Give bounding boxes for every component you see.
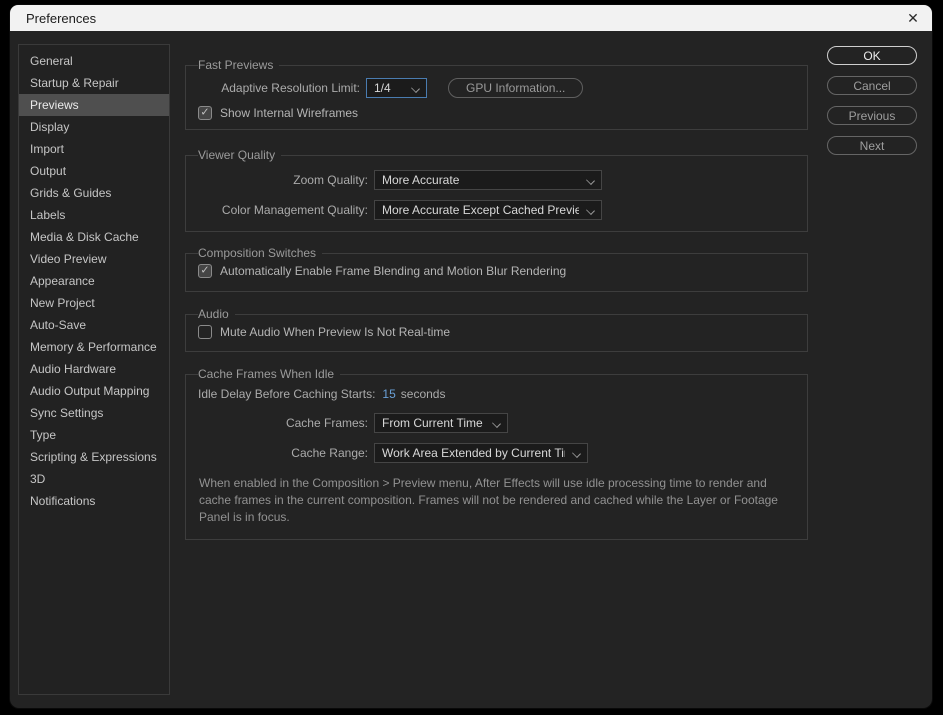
titlebar[interactable]: Preferences ✕ bbox=[10, 5, 932, 31]
sidebar: General Startup & Repair Previews Displa… bbox=[18, 44, 170, 695]
cache-frames-dropdown[interactable]: From Current Time bbox=[374, 413, 508, 433]
sidebar-item-audio-output-mapping[interactable]: Audio Output Mapping bbox=[19, 380, 169, 402]
cache-frames-label: Cache Frames: bbox=[198, 416, 368, 430]
idle-delay-value[interactable]: 15 bbox=[382, 387, 395, 401]
sidebar-item-output[interactable]: Output bbox=[19, 160, 169, 182]
show-internal-wireframes-label: Show Internal Wireframes bbox=[220, 106, 358, 120]
cache-range-dropdown[interactable]: Work Area Extended by Current Time bbox=[374, 443, 588, 463]
sidebar-item-scripting-expressions[interactable]: Scripting & Expressions bbox=[19, 446, 169, 468]
cache-range-label: Cache Range: bbox=[198, 446, 368, 460]
sidebar-item-notifications[interactable]: Notifications bbox=[19, 490, 169, 512]
sidebar-item-audio-hardware[interactable]: Audio Hardware bbox=[19, 358, 169, 380]
chevron-down-icon bbox=[573, 449, 581, 457]
sidebar-item-auto-save[interactable]: Auto-Save bbox=[19, 314, 169, 336]
sidebar-item-3d[interactable]: 3D bbox=[19, 468, 169, 490]
section-fast-previews: Fast Previews Adaptive Resolution Limit:… bbox=[185, 58, 808, 130]
color-management-quality-label: Color Management Quality: bbox=[198, 203, 368, 217]
mute-audio-checkbox[interactable]: ✓ bbox=[198, 325, 212, 339]
idle-delay-label: Idle Delay Before Caching Starts: bbox=[198, 387, 375, 401]
show-internal-wireframes-checkbox[interactable]: ✓ bbox=[198, 106, 212, 120]
auto-enable-frame-blending-checkbox[interactable]: ✓ bbox=[198, 264, 212, 278]
color-management-quality-value: More Accurate Except Cached Preview bbox=[382, 203, 579, 217]
idle-delay-unit: seconds bbox=[401, 387, 446, 401]
previous-button[interactable]: Previous bbox=[827, 106, 917, 125]
sidebar-item-media-disk-cache[interactable]: Media & Disk Cache bbox=[19, 226, 169, 248]
sidebar-item-appearance[interactable]: Appearance bbox=[19, 270, 169, 292]
section-composition-switches: Composition Switches ✓ Automatically Ena… bbox=[185, 246, 808, 292]
chevron-down-icon bbox=[412, 84, 420, 92]
sidebar-item-type[interactable]: Type bbox=[19, 424, 169, 446]
section-title-cache-frames: Cache Frames When Idle bbox=[198, 367, 340, 381]
zoom-quality-value: More Accurate bbox=[382, 173, 579, 187]
sidebar-item-labels[interactable]: Labels bbox=[19, 204, 169, 226]
zoom-quality-label: Zoom Quality: bbox=[198, 173, 368, 187]
zoom-quality-dropdown[interactable]: More Accurate bbox=[374, 170, 602, 190]
sidebar-item-memory-performance[interactable]: Memory & Performance bbox=[19, 336, 169, 358]
cancel-button[interactable]: Cancel bbox=[827, 76, 917, 95]
check-icon: ✓ bbox=[200, 265, 209, 276]
sidebar-item-new-project[interactable]: New Project bbox=[19, 292, 169, 314]
sidebar-item-display[interactable]: Display bbox=[19, 116, 169, 138]
sidebar-item-import[interactable]: Import bbox=[19, 138, 169, 160]
sidebar-item-sync-settings[interactable]: Sync Settings bbox=[19, 402, 169, 424]
chevron-down-icon bbox=[587, 206, 595, 214]
mute-audio-label: Mute Audio When Preview Is Not Real-time bbox=[220, 325, 450, 339]
close-icon[interactable]: ✕ bbox=[900, 5, 926, 31]
auto-enable-frame-blending-label: Automatically Enable Frame Blending and … bbox=[220, 264, 566, 278]
chevron-down-icon bbox=[587, 176, 595, 184]
adaptive-resolution-label: Adaptive Resolution Limit: bbox=[198, 81, 360, 95]
section-title-audio: Audio bbox=[198, 307, 235, 321]
window-title: Preferences bbox=[26, 11, 96, 26]
cache-frames-value: From Current Time bbox=[382, 416, 485, 430]
section-audio: Audio ✓ Mute Audio When Preview Is Not R… bbox=[185, 307, 808, 352]
section-title-fast-previews: Fast Previews bbox=[198, 58, 279, 72]
sidebar-item-previews[interactable]: Previews bbox=[19, 94, 169, 116]
sidebar-item-startup-repair[interactable]: Startup & Repair bbox=[19, 72, 169, 94]
preferences-dialog: Preferences ✕ General Startup & Repair P… bbox=[10, 5, 932, 708]
chevron-down-icon bbox=[493, 419, 501, 427]
sidebar-item-grids-guides[interactable]: Grids & Guides bbox=[19, 182, 169, 204]
check-icon: ✓ bbox=[200, 107, 209, 118]
section-title-composition-switches: Composition Switches bbox=[198, 246, 322, 260]
gpu-information-button[interactable]: GPU Information... bbox=[448, 78, 583, 98]
section-cache-frames-when-idle: Cache Frames When Idle Idle Delay Before… bbox=[185, 367, 808, 540]
sidebar-item-general[interactable]: General bbox=[19, 50, 169, 72]
adaptive-resolution-value: 1/4 bbox=[374, 81, 404, 95]
sidebar-item-video-preview[interactable]: Video Preview bbox=[19, 248, 169, 270]
section-title-viewer-quality: Viewer Quality bbox=[198, 148, 281, 162]
cache-range-value: Work Area Extended by Current Time bbox=[382, 446, 565, 460]
color-management-quality-dropdown[interactable]: More Accurate Except Cached Preview bbox=[374, 200, 602, 220]
next-button[interactable]: Next bbox=[827, 136, 917, 155]
cache-description: When enabled in the Composition > Previe… bbox=[199, 475, 779, 526]
ok-button[interactable]: OK bbox=[827, 46, 917, 65]
section-viewer-quality: Viewer Quality Zoom Quality: More Accura… bbox=[185, 148, 808, 232]
adaptive-resolution-dropdown[interactable]: 1/4 bbox=[366, 78, 427, 98]
